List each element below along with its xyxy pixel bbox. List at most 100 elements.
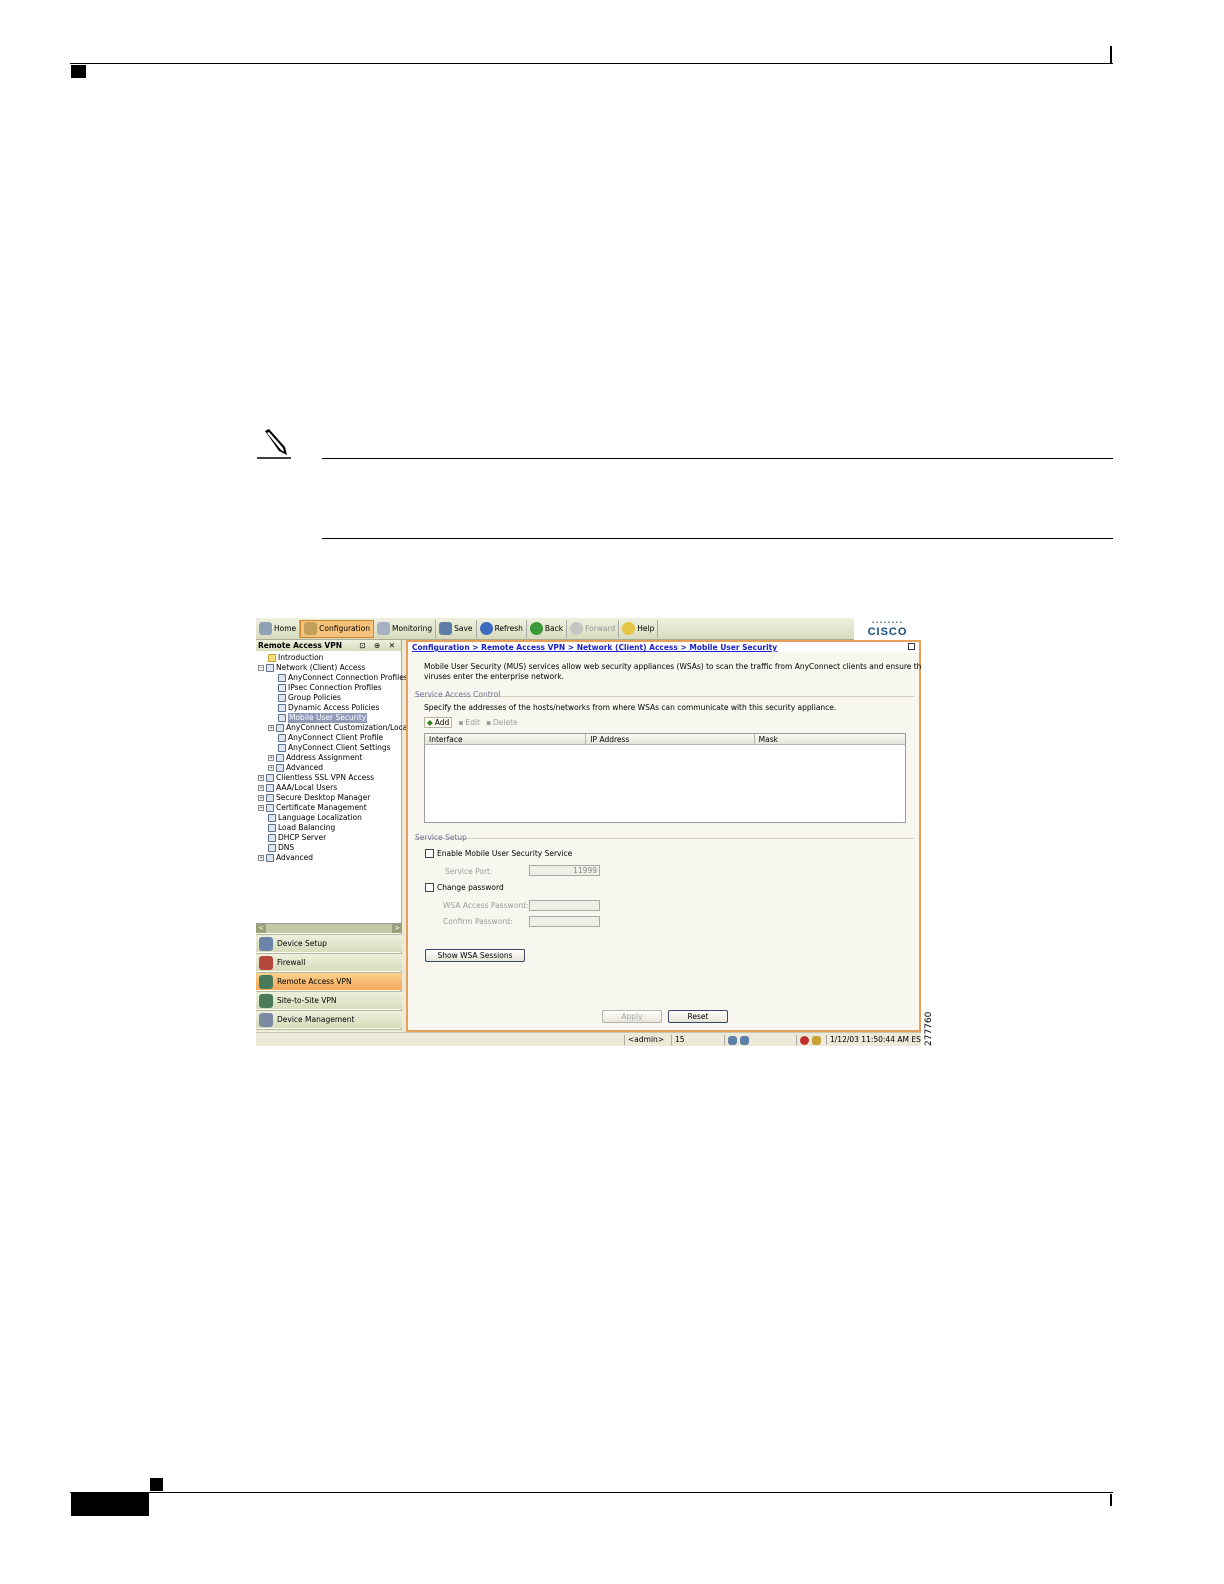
network-icon [266, 664, 274, 672]
expand-icon[interactable]: + [268, 725, 274, 731]
save-button[interactable]: Save [436, 619, 477, 638]
reset-button[interactable]: Reset [668, 1010, 728, 1023]
profile-icon [278, 734, 286, 742]
expand-icon[interactable]: + [268, 765, 274, 771]
table-actions: ◆ Add ▪ Edit ▪ Delete [424, 717, 518, 728]
tree-item-anyconnect-connection-profiles[interactable]: AnyConnect Connection Profiles [278, 673, 408, 683]
column-interface[interactable]: Interface [425, 734, 587, 744]
tree-item-anyconnect-client-profile[interactable]: AnyConnect Client Profile [278, 733, 383, 743]
config-icon[interactable] [740, 1035, 749, 1045]
scroll-left-icon[interactable]: < [256, 924, 266, 933]
edit-button[interactable]: ▪ Edit [458, 718, 480, 727]
tree-item-advanced-client[interactable]: + Advanced [268, 763, 323, 773]
confirm-password-field[interactable] [529, 916, 600, 927]
tree-item-mobile-user-security[interactable]: Mobile User Security [278, 713, 368, 723]
status-user: <admin> [624, 1035, 664, 1045]
users-icon [266, 784, 274, 792]
expand-icon[interactable]: + [258, 775, 264, 781]
category-site-to-site-vpn[interactable]: Site-to-Site VPN [256, 991, 402, 1009]
device-setup-icon [259, 936, 273, 951]
tree-item-dhcp-server[interactable]: DHCP Server [268, 833, 326, 843]
address-icon [276, 754, 284, 762]
delete-button[interactable]: ▪ Delete [486, 718, 518, 727]
tree-item-certificate-management[interactable]: + Certificate Management [258, 803, 367, 813]
note-pencil-icon [257, 429, 291, 459]
nav-horizontal-scrollbar[interactable]: < > [256, 923, 402, 933]
tree-item-address-assignment[interactable]: + Address Assignment [268, 753, 362, 763]
column-ip-address[interactable]: IP Address [586, 734, 755, 744]
maximize-icon[interactable] [908, 643, 915, 650]
configuration-button[interactable]: Configuration [300, 619, 375, 638]
expand-icon[interactable]: + [268, 755, 274, 761]
back-button[interactable]: Back [527, 619, 568, 638]
breadcrumb[interactable]: Configuration > Remote Access VPN > Netw… [408, 642, 919, 653]
category-firewall[interactable]: Firewall [256, 953, 402, 971]
tree-item-anyconnect-customization[interactable]: + AnyConnect Customization/Loca [268, 723, 407, 733]
tree-item-introduction[interactable]: Introduction [268, 653, 323, 663]
language-icon [268, 814, 276, 822]
collapse-icon[interactable]: − [258, 665, 264, 671]
alert-icon[interactable] [800, 1035, 809, 1045]
wsa-password-field[interactable] [529, 900, 600, 911]
show-wsa-sessions-button[interactable]: Show WSA Sessions [425, 949, 525, 962]
scroll-right-icon[interactable]: > [392, 924, 402, 933]
server-icon [268, 834, 276, 842]
asdm-screenshot: Home Configuration Monitoring Save Refre… [256, 618, 921, 1046]
main-toolbar: Home Configuration Monitoring Save Refre… [256, 618, 854, 640]
gears-icon [304, 622, 318, 635]
advanced-icon [266, 854, 274, 862]
policy-icon [278, 704, 286, 712]
firewall-icon [259, 955, 273, 970]
home-button[interactable]: Home [256, 619, 301, 638]
tree-item-dns[interactable]: DNS [268, 843, 294, 853]
lock-icon[interactable] [812, 1035, 821, 1045]
tree-item-advanced[interactable]: + Advanced [258, 853, 313, 863]
floppy-icon [439, 622, 453, 635]
customization-icon [276, 724, 284, 732]
load-balancing-icon [268, 824, 276, 832]
tree-item-language-localization[interactable]: Language Localization [268, 813, 362, 823]
tree-item-clientless-ssl-vpn-access[interactable]: + Clientless SSL VPN Access [258, 773, 374, 783]
expand-icon[interactable]: + [258, 795, 264, 801]
tree-item-ipsec-connection-profiles[interactable]: IPsec Connection Profiles [278, 683, 382, 693]
home-icon [259, 622, 272, 635]
category-remote-access-vpn[interactable]: Remote Access VPN [256, 972, 402, 990]
forward-button[interactable]: Forward [567, 619, 620, 638]
note-rule-top [322, 458, 1113, 459]
wsa-password-label: WSA Access Password: [443, 901, 529, 910]
group-icon [278, 694, 286, 702]
footer-tick [1110, 1494, 1112, 1506]
service-port-label: Service Port: [445, 867, 493, 876]
add-button[interactable]: ◆ Add [424, 717, 453, 728]
tree-item-aaa-local-users[interactable]: + AAA/Local Users [258, 783, 337, 793]
tree-item-anyconnect-client-settings[interactable]: AnyConnect Client Settings [278, 743, 391, 753]
monitoring-button[interactable]: Monitoring [374, 619, 437, 638]
expand-icon[interactable]: + [258, 805, 264, 811]
refresh-button[interactable]: Refresh [477, 619, 527, 638]
expand-icon[interactable]: + [258, 855, 264, 861]
change-password-checkbox[interactable] [425, 883, 434, 892]
tree-item-secure-desktop-manager[interactable]: + Secure Desktop Manager [258, 793, 370, 803]
intro-text-line2: viruses enter the enterprise network. [424, 672, 564, 681]
apply-button[interactable]: Apply [602, 1010, 662, 1023]
tree-item-load-balancing[interactable]: Load Balancing [268, 823, 335, 833]
category-device-setup[interactable]: Device Setup [256, 934, 402, 952]
expand-icon[interactable]: + [258, 785, 264, 791]
help-button[interactable]: Help [619, 619, 659, 638]
monitor-icon[interactable] [728, 1035, 737, 1045]
pane-controls[interactable]: ⊡ ⊕ ✕ [359, 641, 401, 650]
ssl-icon [266, 774, 274, 782]
tree-item-group-policies[interactable]: Group Policies [278, 693, 341, 703]
header-marker [71, 65, 86, 78]
site-to-site-vpn-icon [259, 993, 273, 1008]
enable-mus-checkbox[interactable] [425, 849, 434, 858]
service-port-field[interactable]: 11999 [529, 865, 600, 876]
tree-item-network-client-access[interactable]: − Network (Client) Access [258, 663, 365, 673]
tree-item-dynamic-access-policies[interactable]: Dynamic Access Policies [278, 703, 379, 713]
device-management-icon [259, 1012, 273, 1027]
category-device-management[interactable]: Device Management [256, 1010, 402, 1028]
service-access-table[interactable]: Interface IP Address Mask [424, 733, 906, 823]
column-mask[interactable]: Mask [755, 734, 905, 744]
service-access-description: Specify the addresses of the hosts/netwo… [424, 703, 837, 712]
content-panel: Configuration > Remote Access VPN > Netw… [406, 640, 921, 1032]
